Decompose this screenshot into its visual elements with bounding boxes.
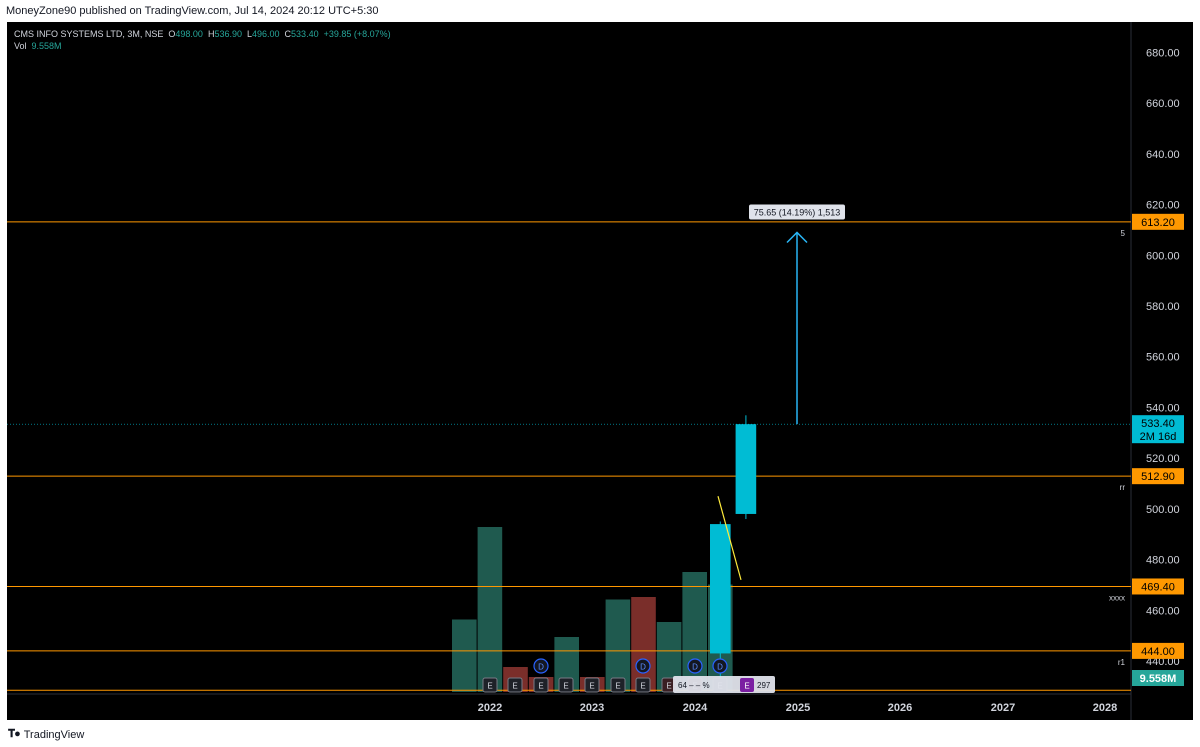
- level-price-label: 613.20: [1141, 217, 1175, 229]
- earnings-marker-label: E: [512, 682, 517, 691]
- earnings-marker-label: E: [666, 682, 671, 691]
- chart-pane[interactable]: 440.00 460.00 480.00 500.00 520.00 540.00 560.…: [7, 22, 1193, 720]
- published-text: MoneyZone90 published on TradingView.com…: [6, 5, 379, 17]
- chart-legend: CMS INFO SYSTEMS LTD, 3M, NSE O498.00 H5…: [14, 28, 391, 52]
- y-tick-label: 500.00: [1146, 504, 1180, 516]
- x-tick-label: 2027: [991, 702, 1015, 714]
- candle-body[interactable]: [710, 524, 731, 654]
- candle-body[interactable]: [735, 424, 757, 514]
- y-tick-label: 580.00: [1146, 301, 1180, 313]
- level-price-label: 469.40: [1141, 581, 1175, 593]
- current-price-label: 533.40: [1141, 418, 1175, 430]
- y-tick-label: 620.00: [1146, 200, 1180, 212]
- legend-volume-row: Vol 9.558M: [14, 40, 391, 52]
- dividend-marker-label: D: [538, 663, 544, 672]
- tradingview-logo-icon: 𝐓●: [8, 728, 21, 740]
- tradingview-logo[interactable]: 𝐓● TradingView: [8, 728, 84, 741]
- x-tick-label: 2028: [1093, 702, 1117, 714]
- level-tag-label: xxxx: [1109, 593, 1125, 602]
- legend-symbol[interactable]: CMS INFO SYSTEMS LTD, 3M, NSE: [14, 29, 163, 39]
- earnings-marker-label: E: [589, 682, 594, 691]
- earnings-marker-label: E: [487, 682, 492, 691]
- legend-low: 496.00: [252, 29, 280, 39]
- volume-bar[interactable]: [477, 527, 503, 692]
- y-tick-label: 600.00: [1146, 250, 1180, 262]
- volume-bar[interactable]: [452, 619, 477, 693]
- earnings-tooltip-tail: 297: [757, 681, 771, 690]
- tradingview-brand: TradingView: [23, 728, 85, 741]
- legend-vol-label[interactable]: Vol: [14, 41, 27, 51]
- x-tick-label: 2024: [683, 702, 708, 714]
- y-tick-label: 680.00: [1146, 47, 1180, 59]
- dividend-marker-label: D: [717, 663, 723, 672]
- y-tick-label: 640.00: [1146, 149, 1180, 161]
- volume-badge-label: 9.558M: [1140, 673, 1177, 685]
- x-tick-label: 2022: [478, 702, 502, 714]
- y-tick-label: 560.00: [1146, 352, 1180, 364]
- earnings-marker-label: E: [640, 682, 645, 691]
- x-tick-label: 2023: [580, 702, 604, 714]
- earnings-marker-label: E: [615, 682, 620, 691]
- legend-change: +39.85 (+8.07%): [323, 29, 391, 39]
- volume-bar[interactable]: [682, 572, 707, 692]
- y-tick-label: 480.00: [1146, 555, 1180, 567]
- earnings-tooltip-marker-label: E: [744, 682, 749, 691]
- y-tick-label: 660.00: [1146, 98, 1180, 110]
- legend-ohlc-row: CMS INFO SYSTEMS LTD, 3M, NSE O498.00 H5…: [14, 28, 391, 40]
- published-header: MoneyZone90 published on TradingView.com…: [0, 0, 1200, 22]
- level-tag-label: r1: [1118, 658, 1126, 667]
- dividend-marker-label: D: [640, 663, 646, 672]
- chart-canvas[interactable]: 440.00460.00480.00500.00520.00540.00560.…: [7, 22, 1193, 720]
- level-price-label: 512.90: [1141, 471, 1175, 483]
- legend-close: 533.40: [291, 29, 319, 39]
- y-tick-label: 520.00: [1146, 453, 1180, 465]
- legend-open: 498.00: [175, 29, 203, 39]
- earnings-tooltip-text: 64 – – %: [678, 681, 710, 690]
- level-tag-label: rr: [1120, 483, 1126, 492]
- y-tick-label: 540.00: [1146, 402, 1180, 414]
- legend-high: 536.90: [214, 29, 242, 39]
- legend-vol-value: 9.558M: [31, 41, 62, 51]
- measure-label: 75.65 (14.19%) 1,513: [754, 207, 841, 217]
- level-price-label: 444.00: [1141, 646, 1175, 658]
- footer-bar: 𝐓● TradingView: [0, 722, 1200, 747]
- x-tick-label: 2026: [888, 702, 912, 714]
- y-tick-label: 460.00: [1146, 605, 1180, 617]
- dividend-marker-label: D: [692, 663, 698, 672]
- earnings-marker-label: E: [563, 682, 568, 691]
- countdown-label: 2M 16d: [1140, 431, 1177, 443]
- earnings-marker-label: E: [538, 682, 543, 691]
- x-tick-label: 2025: [786, 702, 810, 714]
- level-tag-label: 5: [1121, 229, 1126, 238]
